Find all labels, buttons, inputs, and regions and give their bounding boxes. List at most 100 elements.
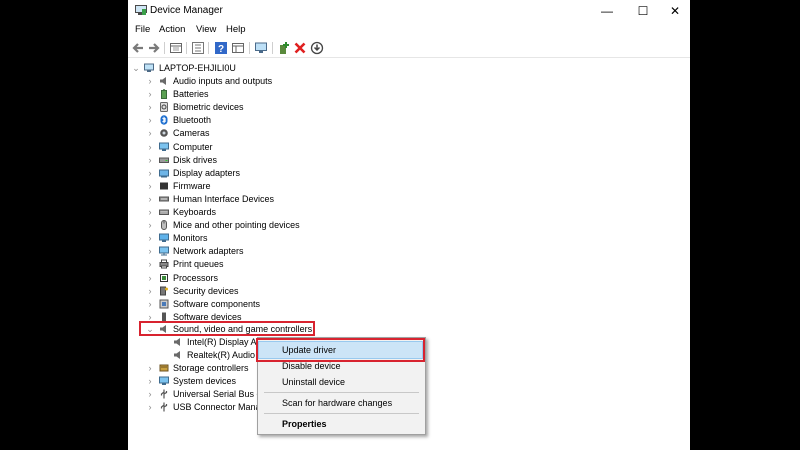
tree-item-label: Keyboards — [173, 207, 217, 217]
tree-item-audio-inputs-and-outputs[interactable]: › Audio inputs and outputs — [128, 75, 328, 88]
tree-item-label: Biometric devices — [173, 102, 244, 113]
tree-item-computer[interactable]: › Computer — [128, 141, 328, 154]
menu-bar: File Action View Help — [128, 22, 690, 38]
tree-item-label: USB Connector Mana — [173, 402, 261, 413]
uninstall-x-icon[interactable] — [293, 41, 307, 55]
toolbar-separator — [186, 42, 187, 54]
tree-item-disk-drives[interactable]: › Disk drives — [128, 154, 328, 167]
tree-item-sound-video-game[interactable]: ⌄ Sound, video and game controllers — [128, 323, 328, 336]
camera-icon — [160, 129, 168, 138]
tree-item-keyboards[interactable]: › Keyboards — [128, 206, 328, 219]
back-arrow-icon[interactable] — [131, 41, 145, 55]
bluetooth-icon — [160, 115, 168, 125]
tree-item-label: Bluetooth — [173, 115, 212, 126]
menu-item-update-driver[interactable]: Update driver — [282, 345, 336, 355]
window-title: Device Manager — [150, 5, 223, 16]
chevron-right-icon[interactable]: › — [145, 154, 155, 167]
menu-item-scan-hardware[interactable]: Scan for hardware changes — [282, 398, 392, 408]
properties-pane-icon[interactable] — [169, 41, 183, 55]
tree-item-label: Network adapters — [173, 246, 244, 257]
menu-file[interactable]: File — [135, 24, 150, 35]
tree-item-security-devices[interactable]: › Security devices — [128, 285, 328, 298]
menu-view[interactable]: View — [196, 24, 216, 35]
menu-item-uninstall-device[interactable]: Uninstall device — [282, 377, 345, 387]
processor-icon — [160, 273, 168, 282]
forward-arrow-icon[interactable] — [147, 41, 161, 55]
toolbar-separator — [164, 42, 165, 54]
console-view-icon[interactable] — [231, 41, 245, 55]
chevron-right-icon[interactable]: › — [145, 206, 155, 219]
software-component-icon — [159, 299, 169, 309]
chevron-right-icon[interactable]: › — [145, 388, 155, 401]
tree-item-human-interface-devices[interactable]: › Human Interface Devices — [128, 193, 328, 206]
chevron-right-icon[interactable]: › — [145, 101, 155, 114]
toolbar-separator — [208, 42, 209, 54]
tree-item-monitors[interactable]: › Monitors — [128, 232, 328, 245]
fingerprint-icon — [160, 102, 168, 113]
chevron-right-icon[interactable]: › — [145, 258, 155, 271]
chevron-right-icon[interactable]: › — [145, 362, 155, 375]
display-adapter-icon — [159, 169, 169, 178]
tree-item-print-queues[interactable]: › Print queues — [128, 258, 328, 271]
menu-action[interactable]: Action — [159, 24, 185, 35]
tree-item-software-components[interactable]: › Software components — [128, 298, 328, 311]
title-bar[interactable]: Device Manager — ☐ ✕ — [128, 0, 690, 22]
menu-separator — [264, 392, 419, 393]
chevron-right-icon[interactable]: › — [145, 285, 155, 298]
tree-item-label: Security devices — [173, 285, 239, 296]
close-button[interactable]: ✕ — [658, 0, 690, 22]
download-update-icon[interactable] — [310, 41, 324, 55]
chevron-right-icon[interactable]: › — [145, 180, 155, 193]
security-key-icon — [160, 286, 168, 296]
chevron-right-icon[interactable]: › — [145, 375, 155, 388]
tree-item-mice-and-other-pointing-devices[interactable]: › Mice and other pointing devices — [128, 219, 328, 232]
tree-item-cameras[interactable]: › Cameras — [128, 127, 328, 140]
tree-item-firmware[interactable]: › Firmware — [128, 180, 328, 193]
chevron-right-icon[interactable]: › — [145, 401, 155, 414]
toolbar-separator — [249, 42, 250, 54]
mouse-icon — [161, 220, 167, 231]
chevron-right-icon[interactable]: › — [145, 193, 155, 206]
disk-drive-icon — [159, 157, 169, 163]
chevron-right-icon[interactable]: › — [145, 114, 155, 127]
chevron-right-icon[interactable]: › — [145, 167, 155, 180]
computer-icon — [159, 142, 169, 151]
chevron-right-icon[interactable]: › — [145, 298, 155, 311]
menu-separator — [264, 413, 419, 414]
network-adapter-icon — [159, 246, 169, 256]
usb-icon — [160, 389, 168, 399]
menu-item-properties[interactable]: Properties — [282, 419, 327, 429]
firmware-icon — [160, 181, 168, 190]
hid-icon — [159, 196, 169, 202]
tree-item-bluetooth[interactable]: › Bluetooth — [128, 114, 328, 127]
menu-item-disable-device[interactable]: Disable device — [282, 361, 341, 371]
chevron-right-icon[interactable]: › — [145, 75, 155, 88]
tree-item-biometric-devices[interactable]: › Biometric devices — [128, 101, 328, 114]
device-manager-app-icon — [135, 5, 147, 15]
chevron-right-icon[interactable]: › — [145, 88, 155, 101]
chevron-right-icon[interactable]: › — [145, 245, 155, 258]
help-icon[interactable]: ? — [214, 41, 228, 55]
chevron-right-icon[interactable]: › — [145, 272, 155, 285]
context-menu: Update driver Disable device Uninstall d… — [256, 337, 426, 435]
tree-item-display-adapters[interactable]: › Display adapters — [128, 167, 328, 180]
tree-item-processors[interactable]: › Processors — [128, 272, 328, 285]
chevron-down-icon[interactable]: ⌄ — [145, 323, 155, 336]
maximize-button[interactable]: ☐ — [626, 0, 660, 22]
chevron-right-icon[interactable]: › — [145, 141, 155, 154]
minimize-button[interactable]: — — [590, 0, 624, 22]
menu-help[interactable]: Help — [226, 24, 246, 35]
chevron-right-icon[interactable]: › — [145, 219, 155, 232]
list-view-icon[interactable] — [191, 41, 205, 55]
chevron-right-icon[interactable]: › — [145, 232, 155, 245]
chevron-right-icon[interactable]: › — [145, 127, 155, 140]
monitor-scan-icon[interactable] — [254, 41, 268, 55]
add-driver-icon[interactable] — [277, 41, 291, 55]
tree-item-label: Display adapters — [173, 167, 241, 178]
tree-item-label: Processors — [173, 272, 219, 283]
storage-icon — [159, 364, 169, 372]
tree-item-network-adapters[interactable]: › Network adapters — [128, 245, 328, 258]
tree-item-batteries[interactable]: › Batteries — [128, 88, 328, 101]
chevron-down-icon[interactable]: ⌄ — [131, 62, 141, 75]
tree-root[interactable]: ⌄ LAPTOP-EHJILI0U — [128, 62, 328, 75]
